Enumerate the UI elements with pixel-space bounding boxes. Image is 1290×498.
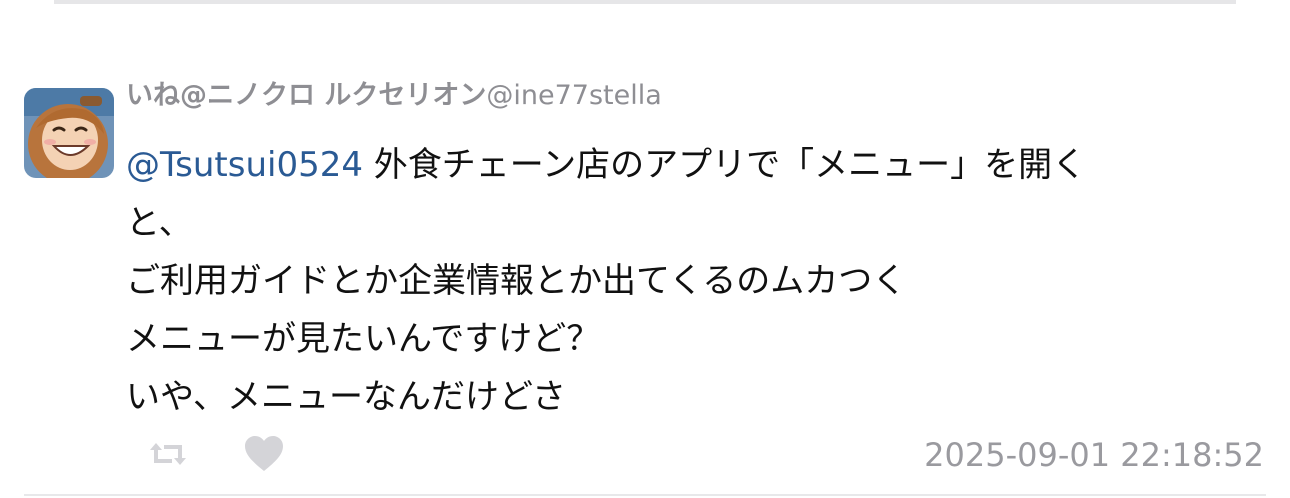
tweet-header: いね@ニノクロ ルクセリオン@ine77stella: [126, 78, 662, 114]
tweet-text: @Tsutsui0524 外食チェーン店のアプリで「メニュー」を開く と、 ご利…: [126, 136, 1256, 426]
heart-icon: [245, 436, 283, 471]
top-divider: [54, 0, 1236, 4]
user-handle[interactable]: @ine77stella: [486, 80, 661, 111]
tweet-text-segment: 外食チェーン店のアプリで「メニュー」を開く: [362, 145, 1087, 185]
tweet-text-line: いや、メニューなんだけどさ: [126, 377, 566, 417]
like-button[interactable]: [242, 432, 286, 476]
mention-link[interactable]: @Tsutsui0524: [126, 145, 363, 185]
tweet-text-line: @Tsutsui0524 外食チェーン店のアプリで「メニュー」を開く: [126, 136, 1256, 194]
tweet-text-line: ご利用ガイドとか企業情報とか出てくるのムカつく: [126, 261, 907, 301]
tweet-text-line: と、: [126, 203, 193, 243]
tweet-text-line: メニューが見たいんですけど？: [126, 319, 601, 359]
bottom-divider: [24, 494, 1266, 496]
display-name[interactable]: いね@ニノクロ ルクセリオン: [126, 80, 486, 111]
avatar[interactable]: [24, 88, 114, 178]
retweet-icon: [150, 443, 186, 465]
timestamp: 2025-09-01 22:18:52: [924, 436, 1264, 474]
retweet-button[interactable]: [146, 432, 190, 476]
